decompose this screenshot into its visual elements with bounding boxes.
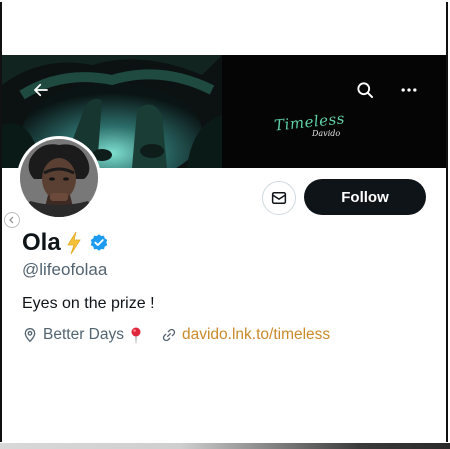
profile-bio: Eyes on the prize ! <box>22 295 155 312</box>
back-button[interactable] <box>26 75 56 105</box>
website-link[interactable]: davido.lnk.to/timeless <box>182 326 330 344</box>
round-pushpin-emoji <box>131 327 141 343</box>
profile-meta: Better Days davido.lnk.to/timeless <box>22 324 330 346</box>
more-horizontal-icon <box>401 88 417 92</box>
lightning-bolt-emoji <box>66 231 81 255</box>
frame-edge-right <box>446 2 448 442</box>
link-icon <box>162 328 176 342</box>
banner-subtitle-script: Davido <box>312 129 341 138</box>
follow-button[interactable]: Follow <box>304 179 426 215</box>
bottom-edge-strip <box>0 443 450 449</box>
verified-badge-icon[interactable] <box>89 233 109 253</box>
message-button[interactable] <box>262 181 296 215</box>
display-name: Ola <box>22 229 61 256</box>
display-name-row: Ola <box>22 228 109 258</box>
search-icon <box>357 82 374 99</box>
website-item[interactable]: davido.lnk.to/timeless <box>161 326 330 344</box>
envelope-icon <box>271 192 287 204</box>
profile-handle: @lifeofolaa <box>22 260 108 279</box>
carousel-indicator <box>4 212 20 228</box>
profile-avatar[interactable] <box>20 139 98 217</box>
more-options-button[interactable] <box>394 75 424 105</box>
search-button[interactable] <box>350 75 380 105</box>
avatar-photo <box>20 139 98 217</box>
chevron-left-icon <box>9 216 14 224</box>
arrow-left-icon <box>34 83 48 97</box>
location-item: Better Days <box>22 326 147 344</box>
location-pin-icon <box>24 327 36 343</box>
location-text: Better Days <box>43 326 124 343</box>
